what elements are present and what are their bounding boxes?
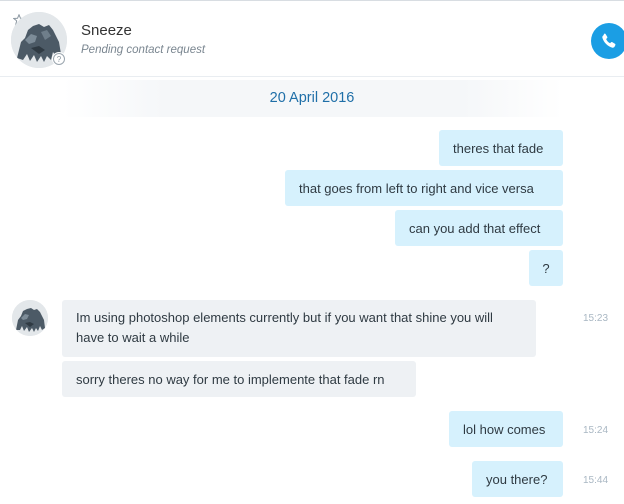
message-bubble-outgoing[interactable]: you there?	[472, 461, 563, 497]
phone-icon	[602, 33, 616, 48]
contact-status: Pending contact request	[81, 44, 206, 56]
conversation-header: ? Sneeze Pending contact request	[0, 0, 624, 77]
message-bubble-outgoing[interactable]: lol how comes	[449, 411, 563, 447]
contact-name[interactable]: Sneeze	[81, 22, 132, 39]
message-bubble-incoming[interactable]: sorry theres no way for me to implemente…	[62, 361, 416, 397]
message-bubble-outgoing[interactable]: can you add that effect	[395, 210, 563, 246]
message-bubble-outgoing[interactable]: that goes from left to right and vice ve…	[285, 170, 563, 206]
message-timestamp: 15:44	[583, 475, 609, 486]
svg-text:?: ?	[57, 55, 62, 64]
message-timestamp: 15:23	[583, 313, 609, 324]
message-bubble-incoming[interactable]: Im using photoshop elements currently bu…	[62, 300, 536, 357]
message-bubble-outgoing[interactable]: ?	[529, 250, 563, 286]
message-timestamp: 15:24	[583, 425, 609, 436]
message-bubble-outgoing[interactable]: theres that fade	[439, 130, 563, 166]
date-label: 20 April 2016	[269, 90, 355, 106]
call-button[interactable]	[591, 23, 624, 59]
sender-avatar[interactable]	[12, 300, 48, 336]
pending-status-icon: ?	[52, 52, 66, 66]
